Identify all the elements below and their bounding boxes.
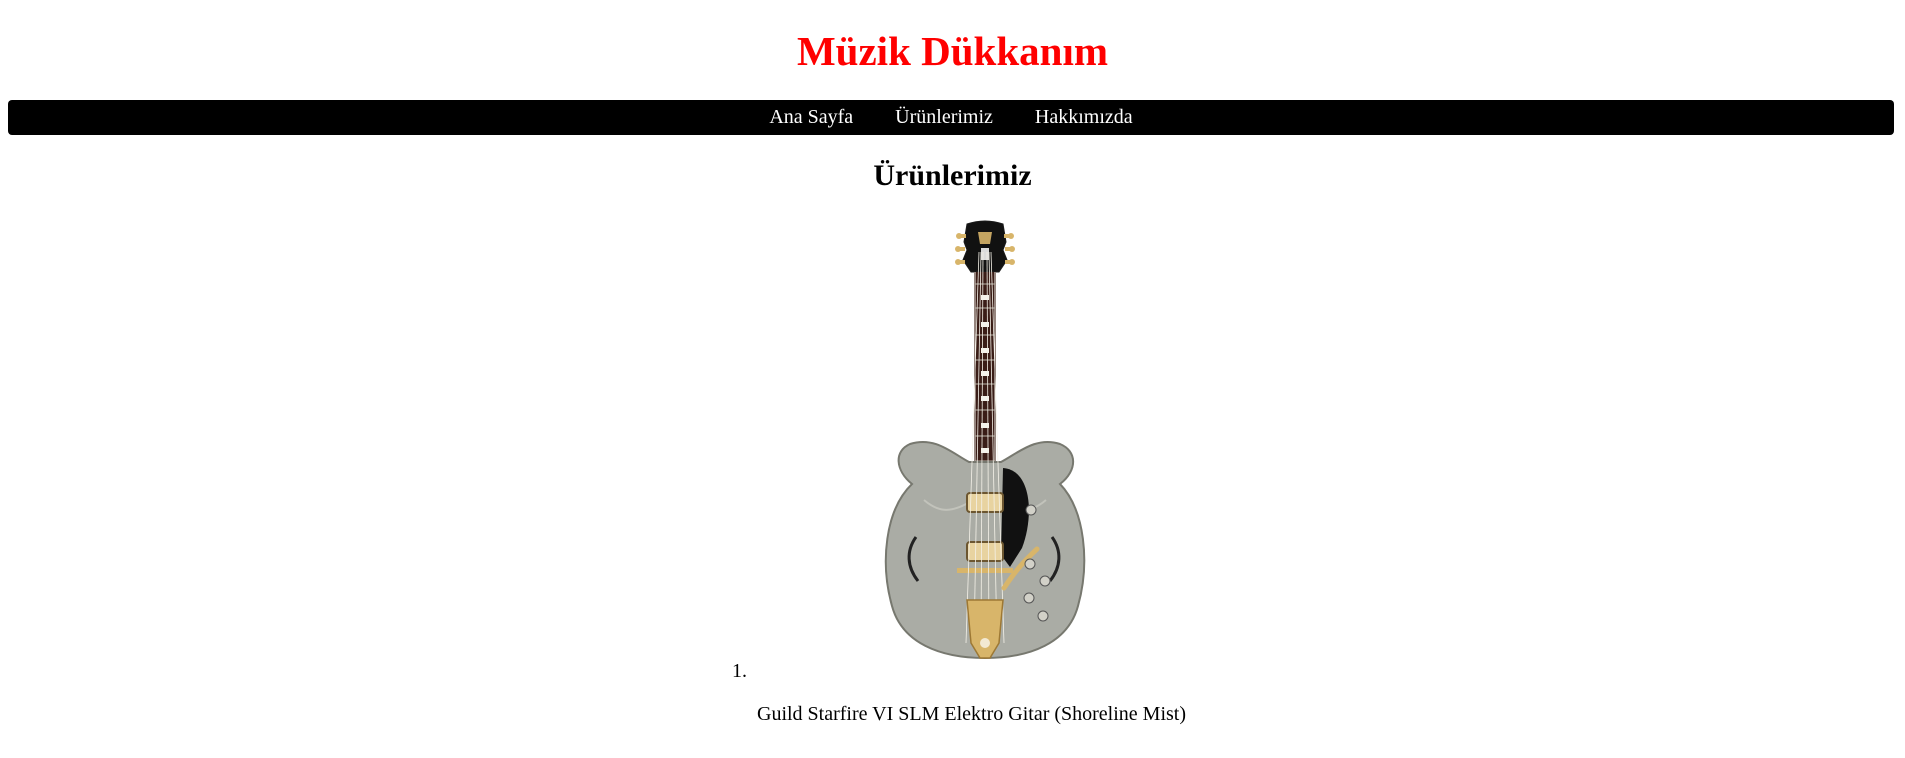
product-name: Guild Starfire VI SLM Elektro Gitar (Sho… [757,703,1187,725]
section-title: Ürünlerimiz [873,159,1032,192]
site-title: Müzik Dükkanım [796,28,1108,74]
product-list-number: 1. [732,660,747,682]
nav-link-ana-sayfa[interactable]: Ana Sayfa [748,100,874,135]
nav-link-hakkimizda[interactable]: Hakkımızda [1014,100,1154,135]
guitar-image [884,220,1086,660]
main-navigation: Ana Sayfa Ürünlerimiz Hakkımızda [8,100,1894,135]
nav-link-urunlerimiz[interactable]: Ürünlerimiz [874,100,1014,135]
